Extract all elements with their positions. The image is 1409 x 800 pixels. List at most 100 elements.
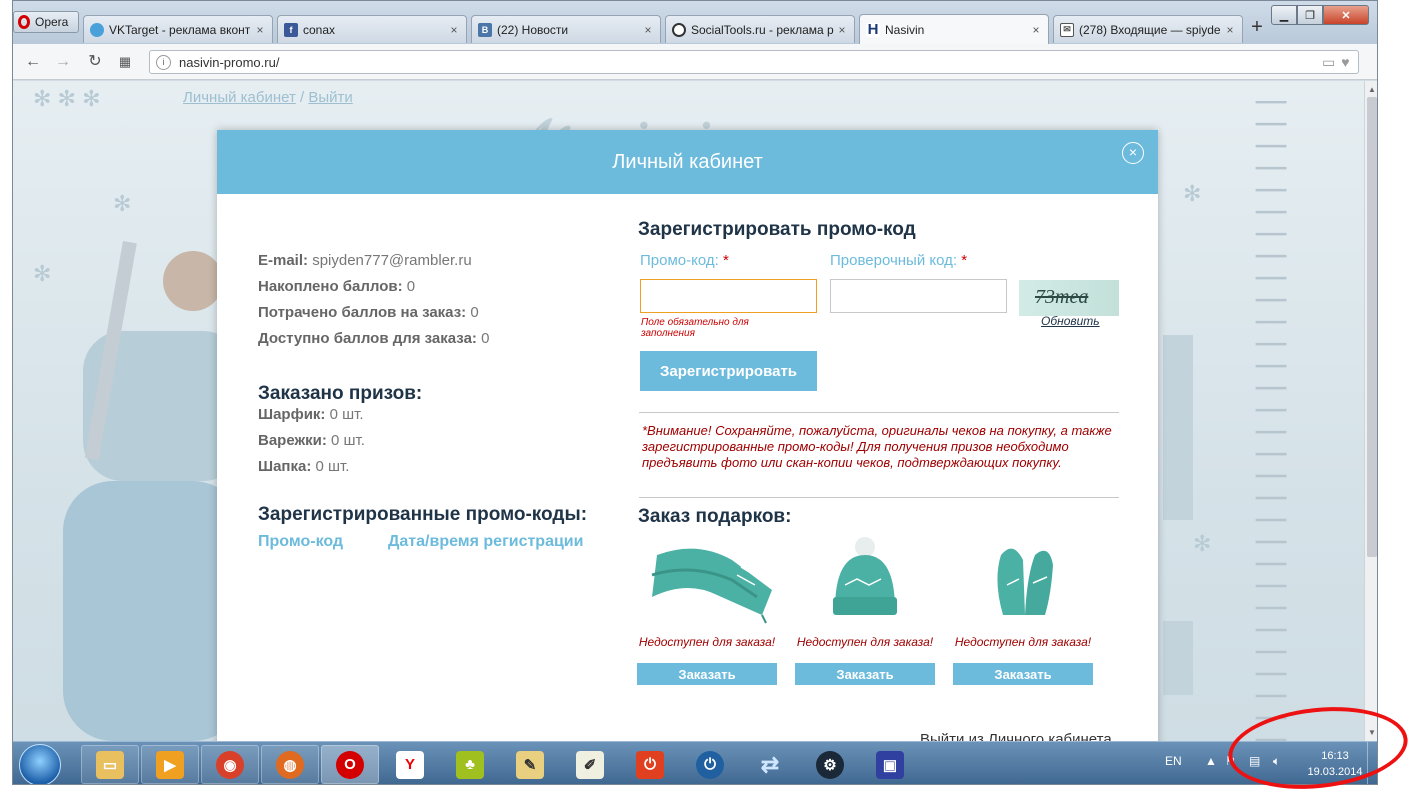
clock[interactable]: 16:13 19.03.2014 (1303, 748, 1367, 780)
order-hat-button[interactable]: Заказать (795, 663, 935, 685)
column-promo-code[interactable]: Промо-код (258, 533, 343, 551)
tab-label: Nasivin (885, 22, 925, 37)
background-photo-people (63, 241, 243, 741)
power-icon: ⏻ (636, 750, 664, 779)
ordered-item-label: Варежки: (258, 432, 327, 449)
spent-label: Потрачено баллов на заказ: (258, 304, 467, 321)
url-text: nasivin-promo.ru/ (179, 54, 280, 70)
check-code-label: Проверочный код: * (830, 252, 967, 269)
taskbar-app[interactable]: ♣ (441, 745, 499, 784)
ordered-item-label: Шарфик: (258, 406, 326, 423)
tab-socialtools[interactable]: SocialTools.ru - реклама р × (665, 15, 855, 43)
tab-vktarget[interactable]: VKTarget - реклама вконт × (83, 15, 273, 43)
minimize-button[interactable]: ▁ (1271, 5, 1297, 25)
ordered-prizes-heading: Заказано призов: (258, 383, 423, 404)
column-registration-date[interactable]: Дата/время регистрации (388, 533, 583, 551)
tab-conax[interactable]: f conax × (277, 15, 467, 43)
modal-close-icon[interactable]: × (1122, 142, 1144, 164)
taskbar-save-app[interactable]: ▣ (861, 745, 919, 784)
gift-order-heading: Заказ подарков: (638, 506, 792, 527)
reload-icon[interactable]: ↻ (85, 52, 105, 72)
notepad-icon: ✐ (576, 750, 604, 779)
address-bar-actions: ▭ ♥ (1322, 54, 1358, 71)
bookmark-icon[interactable]: ▭ (1322, 54, 1335, 71)
gift-mittens: Недоступен для заказа! Заказать (953, 535, 1093, 685)
tab-nasivin[interactable]: H Nasivin × (859, 14, 1049, 44)
back-arrow-icon[interactable]: ← (23, 52, 43, 72)
close-window-button[interactable]: ✕ (1323, 5, 1369, 25)
shutdown-icon: ⏻ (696, 750, 724, 779)
taskbar-steam[interactable]: ⚙ (801, 745, 859, 784)
new-tab-button[interactable]: + (1246, 17, 1268, 39)
check-code-input[interactable] (830, 279, 1007, 313)
taskbar-firefox[interactable]: ◍ (261, 745, 319, 784)
register-button[interactable]: Зарегистрировать (640, 351, 817, 391)
order-mittens-button[interactable]: Заказать (953, 663, 1093, 685)
scroll-down-icon[interactable]: ▼ (1368, 728, 1376, 737)
register-code-heading: Зарегистрировать промо-код (638, 219, 916, 240)
language-indicator[interactable]: EN (1165, 754, 1182, 768)
taskbar-explorer[interactable]: ▭ (81, 745, 139, 784)
taskbar-opera[interactable]: O (321, 745, 379, 784)
gift-hat: Недоступен для заказа! Заказать (795, 535, 935, 685)
cabinet-link[interactable]: Личный кабинет (183, 89, 296, 106)
mail-icon: ✉ (1060, 22, 1074, 37)
taskbar-notepad[interactable]: ✐ (561, 745, 619, 784)
clock-date: 19.03.2014 (1307, 766, 1363, 778)
ordered-item-row: Шапка: 0 шт. (258, 458, 349, 475)
start-button[interactable] (19, 744, 61, 784)
vk-icon: B (478, 22, 492, 37)
tab-close-icon[interactable]: × (448, 23, 460, 37)
network-icon[interactable]: ▤ (1249, 754, 1260, 768)
show-desktop-button[interactable] (1367, 742, 1377, 784)
scroll-thumb[interactable] (1367, 97, 1377, 557)
ordered-item-label: Шапка: (258, 458, 312, 475)
forward-arrow-icon[interactable]: → (53, 52, 73, 72)
taskbar-shutdown[interactable]: ⏻ (681, 745, 739, 784)
vertical-scrollbar[interactable]: ▲ ▼ (1364, 81, 1377, 741)
account-email-row: E-mail: spiyden777@rambler.ru (258, 252, 472, 269)
action-center-flag-icon[interactable]: ⚑ (1225, 754, 1236, 768)
tab-vk-news[interactable]: B (22) Новости × (471, 15, 661, 43)
modal-logout-link[interactable]: Выйти из Личного кабинета (920, 731, 1112, 741)
promo-code-label: Промо-код: * (640, 252, 729, 269)
taskbar-chrome[interactable]: ◉ (201, 745, 259, 784)
order-scarf-button[interactable]: Заказать (637, 663, 777, 685)
warning-notice: *Внимание! Сохраняйте, пожалуйста, ориги… (642, 423, 1112, 470)
speed-dial-grid-icon[interactable]: ▦ (115, 52, 135, 72)
promo-code-label-text: Промо-код: (640, 252, 719, 269)
modal-title: Личный кабинет (612, 150, 763, 173)
tab-close-icon[interactable]: × (1030, 23, 1042, 37)
promo-code-input[interactable] (640, 279, 817, 313)
gift-unavailable-text: Недоступен для заказа! (954, 635, 1092, 649)
heart-icon[interactable]: ♥ (1341, 54, 1349, 71)
taskbar-yandex[interactable]: Y (381, 745, 439, 784)
windows-taskbar: ▭ ▶ ◉ ◍ O Y ♣ ✎ ✐ ⏻ ⏻ ⇄ ⚙ ▣ EN ▲ ⚑ ▤ 🔈︎ … (13, 741, 1377, 784)
taskbar-sync[interactable]: ⇄ (741, 745, 799, 784)
captcha-refresh-link[interactable]: Обновить (1041, 314, 1100, 328)
tab-close-icon[interactable]: × (254, 23, 266, 37)
tab-label: SocialTools.ru - реклама р (691, 22, 834, 37)
image-editor-icon: ✎ (516, 750, 544, 779)
snowflake-decor-icon: ✻ (33, 261, 52, 286)
tab-mail[interactable]: ✉ (278) Входящие — spiyde × (1053, 15, 1243, 43)
volume-icon[interactable]: 🔈︎ (1273, 754, 1280, 769)
yandex-icon: Y (396, 750, 424, 779)
taskbar-power-app[interactable]: ⏻ (621, 745, 679, 784)
tab-close-icon[interactable]: × (642, 23, 654, 37)
maximize-button[interactable]: ❐ (1297, 5, 1323, 25)
scroll-up-icon[interactable]: ▲ (1368, 85, 1376, 94)
address-bar[interactable]: i nasivin-promo.ru/ ▭ ♥ (149, 50, 1359, 74)
show-hidden-icons-icon[interactable]: ▲ (1205, 754, 1217, 768)
opera-menu-button[interactable]: Opera (13, 11, 79, 33)
taskbar-media-player[interactable]: ▶ (141, 745, 199, 784)
site-info-icon[interactable]: i (156, 54, 171, 70)
earned-label: Накоплено баллов: (258, 278, 403, 295)
tab-close-icon[interactable]: × (1224, 23, 1236, 37)
background-panel (1163, 621, 1193, 695)
taskbar-paint[interactable]: ✎ (501, 745, 559, 784)
logout-link[interactable]: Выйти (308, 89, 352, 106)
opera-menu-label: Opera (35, 15, 69, 29)
tab-close-icon[interactable]: × (836, 23, 848, 37)
opera-icon: O (336, 750, 364, 779)
